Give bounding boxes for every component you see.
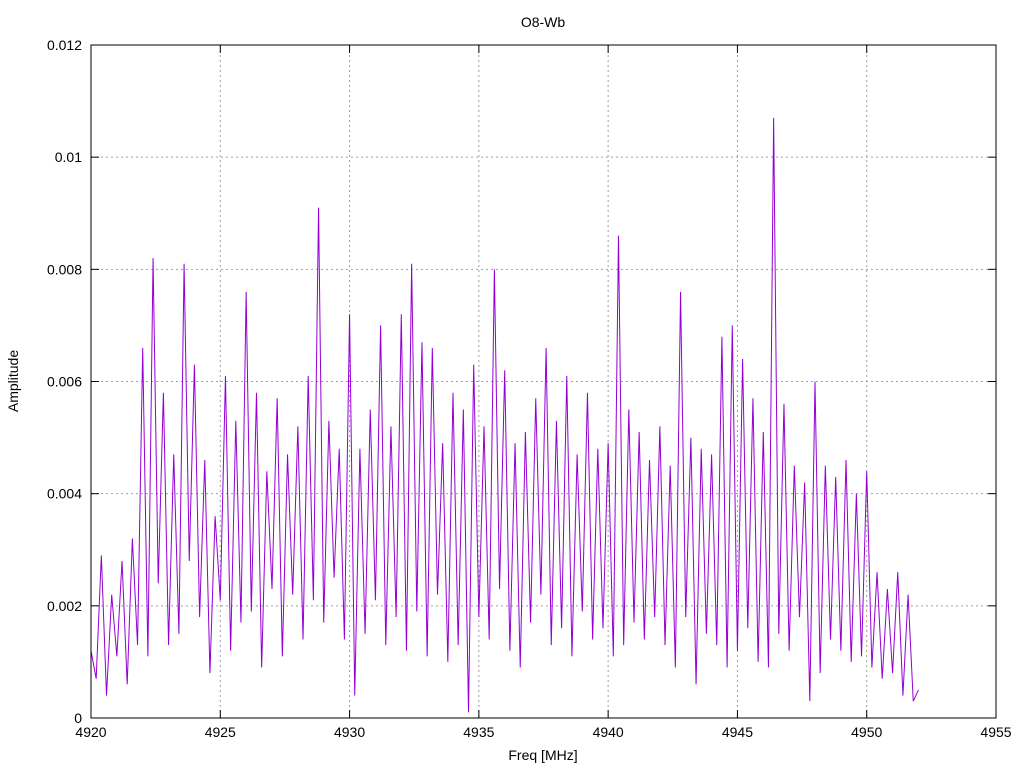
- y-tick-label: 0.008: [47, 261, 82, 277]
- y-tick-label: 0: [74, 710, 82, 726]
- y-tick-label: 0.006: [47, 374, 82, 390]
- series-line: [90, 117, 919, 713]
- y-tick-label: 0.004: [47, 486, 82, 502]
- y-tick-label: 0.012: [47, 37, 82, 53]
- chart: O8-Wb 4920 4925 4930 4935 4940 4945 4950 4955 0 0…: [5, 14, 1012, 763]
- x-tick-label: 4920: [75, 724, 106, 740]
- y-tick-label: 0.002: [47, 598, 82, 614]
- x-tick-label: 4935: [463, 724, 494, 740]
- chart-title: O8-Wb: [521, 14, 566, 30]
- y-axis-label: Amplitude: [5, 350, 21, 412]
- x-axis-label: Freq [MHz]: [508, 747, 577, 763]
- x-tick-label: 4930: [334, 724, 365, 740]
- x-tick-label: 4950: [851, 724, 882, 740]
- x-tick-label: 4945: [722, 724, 753, 740]
- y-tick-label: 0.01: [55, 149, 82, 165]
- x-tick-label: 4940: [593, 724, 624, 740]
- x-tick-label: 4925: [205, 724, 236, 740]
- ticks: 4920 4925 4930 4935 4940 4945 4950 4955 0 0.002 0.…: [47, 37, 1012, 740]
- x-tick-label: 4955: [980, 724, 1011, 740]
